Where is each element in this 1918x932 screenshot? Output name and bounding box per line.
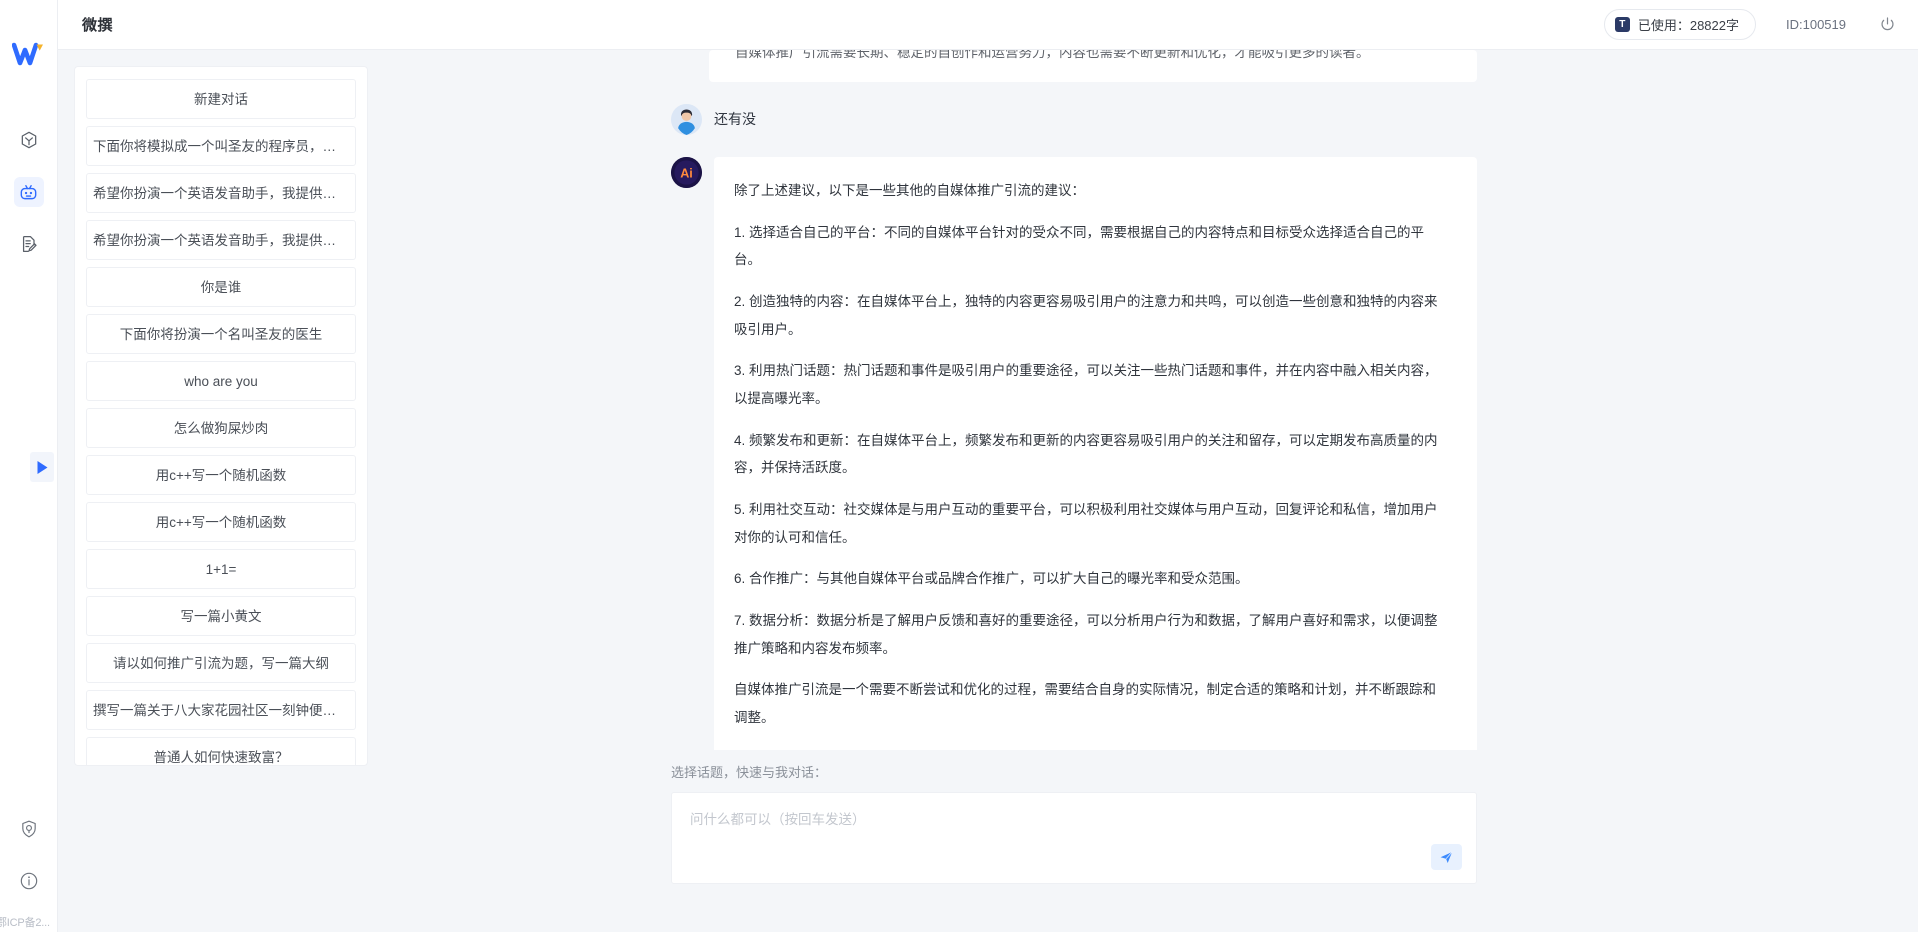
conversation-pane: 新建对话 下面你将模拟成一个叫圣友的程序员，我说... 希望你扮演一个英语发音助手… [58,50,381,932]
usage-badge[interactable]: T 已使用：28822字 [1603,9,1756,40]
shield-icon[interactable] [14,814,44,844]
chat-scroll-area[interactable]: 自媒体推广引流需要长期、稳定的自创作和运营努力，内容也需要不断更新和优化，才能吸… [671,50,1477,750]
text-token-icon: T [1614,17,1630,32]
ai-avatar: Ai [671,157,702,188]
ai-paragraph: 3. 利用热门话题：热门话题和事件是吸引用户的重要途径，可以关注一些热门话题和事… [734,363,1438,407]
cube-icon[interactable] [14,125,44,155]
page-title: 微撰 [82,17,114,34]
app-root: 鄂ICP备2... 微撰 T 已使用：28822字 ID:100519 新建对话… [0,0,1918,932]
ai-paragraph: 4. 频繁发布和更新：在自媒体平台上，频繁发布和更新的内容更容易吸引用户的关注和… [734,432,1438,476]
power-icon[interactable] [1876,14,1898,36]
conversation-card: 新建对话 下面你将模拟成一个叫圣友的程序员，我说... 希望你扮演一个英语发音助手… [74,66,368,766]
main-body: 新建对话 下面你将模拟成一个叫圣友的程序员，我说... 希望你扮演一个英语发音助手… [58,50,1918,932]
ai-paragraph: 2. 创造独特的内容：在自媒体平台上，独特的内容更容易吸引用户的注意力和共鸣，可… [734,294,1438,337]
user-message-row: 还有没 [671,104,1477,135]
robot-icon[interactable] [13,177,44,207]
info-icon[interactable] [14,866,44,896]
composer-box[interactable] [671,792,1477,884]
chat-column: 自媒体推广引流需要长期、稳定的自创作和运营努力，内容也需要不断更新和优化，才能吸… [381,50,1918,932]
ai-paragraph: 5. 利用社交互动：社交媒体是与用户互动的重要平台，可以积极利用社交媒体与用户互… [734,502,1438,545]
conversation-item[interactable]: 写一篇小黄文 [86,596,356,636]
ai-paragraph: 除了上述建议，以下是一些其他的自媒体推广引流的建议： [734,183,1085,198]
conversation-item[interactable]: 撰写一篇关于八大家花园社区一刻钟便民生... [86,690,356,730]
conversation-item[interactable]: 用c++写一个随机函数 [86,502,356,542]
rail-icon-group [13,125,44,259]
conversation-item[interactable]: 请以如何推广引流为题，写一篇大纲 [86,643,356,683]
conversation-item[interactable]: 希望你扮演一个英语发音助手，我提供给你... [86,173,356,213]
conversation-item[interactable]: 1+1= [86,549,356,589]
conversation-item[interactable]: 下面你将扮演一个名叫圣友的医生 [86,314,356,354]
ai-paragraph: 6. 合作推广：与其他自媒体平台或品牌合作推广，可以扩大自己的曝光率和受众范围。 [734,571,1249,587]
user-message-text: 还有没 [714,111,756,127]
usage-label: 已使用：28822字 [1637,18,1739,33]
send-button[interactable] [1431,844,1462,870]
new-chat-button[interactable]: 新建对话 [86,79,356,119]
conversation-list: 下面你将模拟成一个叫圣友的程序员，我说... 希望你扮演一个英语发音助手，我提供给… [86,126,356,765]
conversation-item[interactable]: 希望你扮演一个英语发音助手，我提供给你... [86,220,356,260]
ai-paragraph: 自媒体推广引流是一个需要不断尝试和优化的过程，需要结合自身的实际情况，制定合适的… [734,682,1436,726]
previous-message-clipped: 自媒体推广引流需要长期、稳定的自创作和运营努力，内容也需要不断更新和优化，才能吸… [709,50,1477,82]
ai-message-bubble: 除了上述建议，以下是一些其他的自媒体推广引流的建议： 1. 选择适合自己的平台：不… [714,157,1477,750]
ai-paragraph: 7. 数据分析：数据分析是了解用户反馈和喜好的重要途径，可以分析用户行为和数据，… [734,613,1438,656]
ai-paragraph: 1. 选择适合自己的平台：不同的自媒体平台针对的受众不同，需要根据自己的内容特点… [734,224,1425,268]
left-rail: 鄂ICP备2... [0,0,58,932]
ai-message-row: Ai 除了上述建议，以下是一些其他的自媒体推广引流的建议： 1. 选择适合自己的平… [671,157,1477,750]
weizhuan-logo[interactable] [11,40,46,70]
user-avatar [671,104,702,135]
content-column: 微撰 T 已使用：28822字 ID:100519 新建对话 下面你将模拟成一个… [58,0,1918,932]
rail-bottom-group [0,814,58,896]
conversation-item[interactable]: 下面你将模拟成一个叫圣友的程序员，我说... [86,126,356,166]
conversation-item[interactable]: 普通人如何快速致富？ [86,737,356,765]
composer: 选择话题，快速与我对话： [671,762,1477,884]
conversation-item[interactable]: 怎么做狗屎炒肉 [86,408,356,448]
clipped-line-text: 自媒体推广引流需要长期、稳定的自创作和运营努力，内容也需要不断更新和优化，才能吸… [735,50,1370,60]
composer-topic-label: 选择话题，快速与我对话： [671,765,828,780]
icp-record-text: 鄂ICP备2... [0,917,50,929]
top-bar-right: T 已使用：28822字 ID:100519 [1603,9,1898,40]
message-input[interactable] [672,793,1476,883]
conversation-item[interactable]: who are you [86,361,356,401]
conversation-item[interactable]: 用c++写一个随机函数 [86,455,356,495]
expand-panel-button[interactable] [30,452,54,482]
document-edit-icon[interactable] [14,229,44,259]
top-bar: 微撰 T 已使用：28822字 ID:100519 [58,0,1918,50]
user-id-label: ID:100519 [1786,17,1846,32]
svg-text:Ai: Ai [680,166,693,180]
conversation-item[interactable]: 你是谁 [86,267,356,307]
